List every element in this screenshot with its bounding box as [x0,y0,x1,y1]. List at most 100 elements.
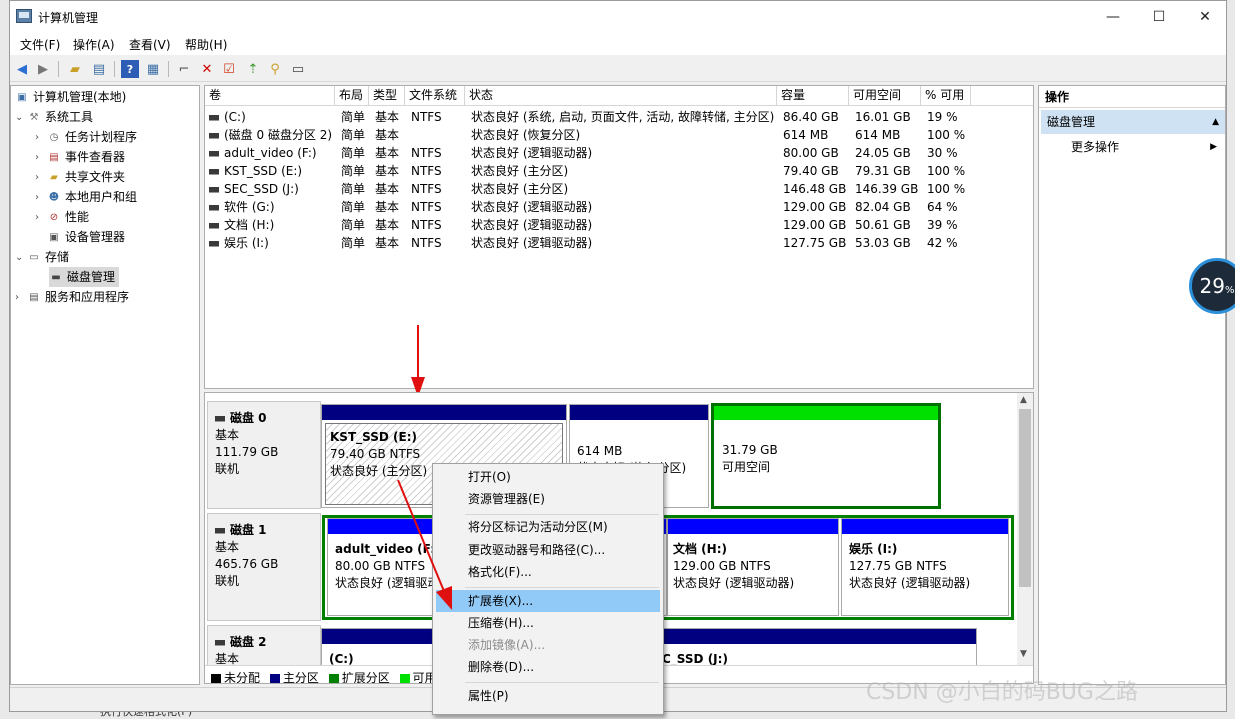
menu-action[interactable]: 操作(A) [73,36,115,53]
check-icon[interactable]: ☑ [220,60,238,78]
computer-management-icon [16,9,32,23]
console-icon[interactable]: ▭ [289,60,307,78]
chevron-right-icon[interactable]: › [35,188,47,208]
table-row[interactable]: adult_video (F:) 简单 基本 NTFS 状态良好 (逻辑驱动器) 80.0… [205,144,1033,162]
help-icon[interactable]: ? [121,60,139,78]
disk-icon [215,639,225,646]
tree-system-tools[interactable]: ⌄ ⚒ 系统工具 [15,107,93,127]
menu-item-delete-volume[interactable]: 删除卷(D)... [436,656,660,678]
column-header-free-space[interactable]: 可用空间 [849,86,921,106]
table-cell: 文档 (H:) [209,216,274,234]
show-hide-tree-icon[interactable]: ▤ [90,60,108,78]
table-row[interactable]: 娱乐 (I:) 简单 基本 NTFS 状态良好 (逻辑驱动器) 127.75 GB 53.0… [205,234,1033,252]
menu-item-properties[interactable]: 属性(P) [436,685,660,707]
menu-item-extend-volume[interactable]: 扩展卷(X)... [436,590,660,612]
up-folder-icon[interactable]: ▰ [66,60,84,78]
menu-item-explorer[interactable]: 资源管理器(E) [436,488,660,510]
menu-file[interactable]: 文件(F) [20,36,60,53]
volume-name: (C:) [224,110,246,124]
table-cell: 614 MB [783,128,829,142]
menu-item-mark-active[interactable]: 将分区标记为活动分区(M) [436,516,660,538]
table-row[interactable]: (C:) 简单 基本 NTFS 状态良好 (系统, 启动, 页面文件, 活动, 故障转储… [205,108,1033,126]
disk-0-label[interactable]: 磁盘 0 基本 111.79 GB 联机 [207,401,321,509]
tree-task-scheduler[interactable]: › ◷ 任务计划程序 [35,127,137,147]
vertical-scrollbar[interactable]: ▲ ▼ [1017,393,1033,665]
table-cell: 30 % [927,146,958,160]
table-cell: 42 % [927,236,958,250]
scrollbar-thumb[interactable] [1019,409,1031,587]
tree-services-apps[interactable]: › ▤ 服务和应用程序 [15,287,129,307]
table-cell: 129.00 GB [783,200,847,214]
table-cell: 24.05 GB [855,146,911,160]
maximize-button[interactable]: ☐ [1136,1,1182,33]
table-row[interactable]: KST_SSD (E:) 简单 基本 NTFS 状态良好 (主分区) 79.40 GB 79… [205,162,1033,180]
partition-documents-h[interactable]: 文档 (H:) 129.00 GB NTFS 状态良好 (逻辑驱动器) [667,518,839,616]
volume-icon [209,168,219,175]
column-header-type[interactable]: 类型 [369,86,405,106]
connect-icon[interactable]: ⌐ [175,60,193,78]
chevron-right-icon[interactable]: › [15,288,27,308]
export-icon[interactable]: ⇡ [244,60,262,78]
forward-icon[interactable]: ▶ [34,60,52,78]
shared-folder-icon: ▰ [50,171,58,183]
column-header-capacity[interactable]: 容量 [777,86,849,106]
table-cell: 软件 (G:) [209,198,275,216]
chevron-right-icon[interactable]: › [35,208,47,228]
tree-disk-management[interactable]: ▬ 磁盘管理 [49,267,120,287]
clock-icon: ◷ [49,131,59,143]
minimize-button[interactable]: — [1090,1,1136,33]
table-cell: (C:) [209,108,246,126]
tree-local-users[interactable]: › ☻ 本地用户和组 [35,187,137,207]
table-row[interactable]: 文档 (H:) 简单 基本 NTFS 状态良好 (逻辑驱动器) 129.00 GB 50.6… [205,216,1033,234]
table-cell: 状态良好 (系统, 启动, 页面文件, 活动, 故障转储, 主分区) [471,110,775,124]
tree-performance[interactable]: › ⊘ 性能 [35,207,89,227]
toolbar: ◀ ▶ ▰ ▤ ? ▦ ⌐ ✕ ☑ ⇡ ⚲ ▭ [10,56,1226,82]
chevron-right-icon[interactable]: › [35,148,47,168]
menu-item-change-drive-letter[interactable]: 更改驱动器号和路径(C)... [436,539,660,561]
close-button[interactable]: ✕ [1182,1,1228,33]
menu-help[interactable]: 帮助(H) [185,36,227,53]
context-menu: 打开(O) 资源管理器(E) 将分区标记为活动分区(M) 更改驱动器号和路径(C… [432,463,664,715]
partition-entertainment-i[interactable]: 娱乐 (I:) 127.75 GB NTFS 状态良好 (逻辑驱动器) [841,518,1009,616]
table-row[interactable]: 软件 (G:) 简单 基本 NTFS 状态良好 (逻辑驱动器) 129.00 GB 82.0… [205,198,1033,216]
table-cell: NTFS [411,200,442,214]
chevron-right-icon[interactable]: › [35,168,47,188]
search-icon[interactable]: ⚲ [266,60,284,78]
menu-item-open[interactable]: 打开(O) [436,466,660,488]
column-header-percent-free[interactable]: % 可用 [921,86,971,106]
tree-root[interactable]: ▣ 计算机管理(本地) [15,87,126,107]
scroll-down-arrow-icon[interactable]: ▼ [1020,649,1027,659]
actions-section-disk-management[interactable]: 磁盘管理 ▲ [1041,110,1225,134]
column-header-layout[interactable]: 布局 [335,86,369,106]
tree-device-manager[interactable]: ▣ 设备管理器 [47,227,125,247]
chevron-right-icon[interactable]: › [35,128,47,148]
back-icon[interactable]: ◀ [13,60,31,78]
menu-view[interactable]: 查看(V) [129,36,171,53]
more-actions-item[interactable]: 更多操作 ▶ [1041,136,1225,158]
table-cell: 基本 [375,110,400,124]
column-header-volume[interactable]: 卷 [205,86,335,106]
properties-view-icon[interactable]: ▦ [144,60,162,78]
disk-1-label[interactable]: 磁盘 1 基本 465.76 GB 联机 [207,513,321,621]
table-row[interactable]: (磁盘 0 磁盘分区 2) 简单 基本 状态良好 (恢复分区) 614 MB 614 MB… [205,126,1033,144]
unallocated-space[interactable]: 31.79 GB 可用空间 [711,403,941,509]
collapse-up-icon[interactable]: ▲ [1212,110,1219,134]
chevron-down-icon[interactable]: ⌄ [15,248,27,268]
disk-icon [215,415,225,422]
volume-icon [209,132,219,139]
scroll-up-arrow-icon[interactable]: ▲ [1020,395,1027,405]
table-cell: 53.03 GB [855,236,911,250]
menu-item-format[interactable]: 格式化(F)... [436,561,660,583]
column-header-filesystem[interactable]: 文件系统 [405,86,465,106]
chevron-down-icon[interactable]: ⌄ [15,108,27,128]
table-row[interactable]: SEC_SSD (J:) 简单 基本 NTFS 状态良好 (主分区) 146.48 GB 1… [205,180,1033,198]
delete-icon[interactable]: ✕ [198,60,216,78]
tree-storage[interactable]: ⌄ ▭ 存储 [15,247,69,267]
tree-event-viewer[interactable]: › ▤ 事件查看器 [35,147,125,167]
table-cell: 基本 [375,182,400,196]
tree-shared-folders[interactable]: › ▰ 共享文件夹 [35,167,125,187]
volume-name: adult_video (F:) [224,146,317,160]
column-header-status[interactable]: 状态 [465,86,777,106]
menu-item-shrink-volume[interactable]: 压缩卷(H)... [436,612,660,634]
table-cell: 状态良好 (主分区) [471,164,569,178]
